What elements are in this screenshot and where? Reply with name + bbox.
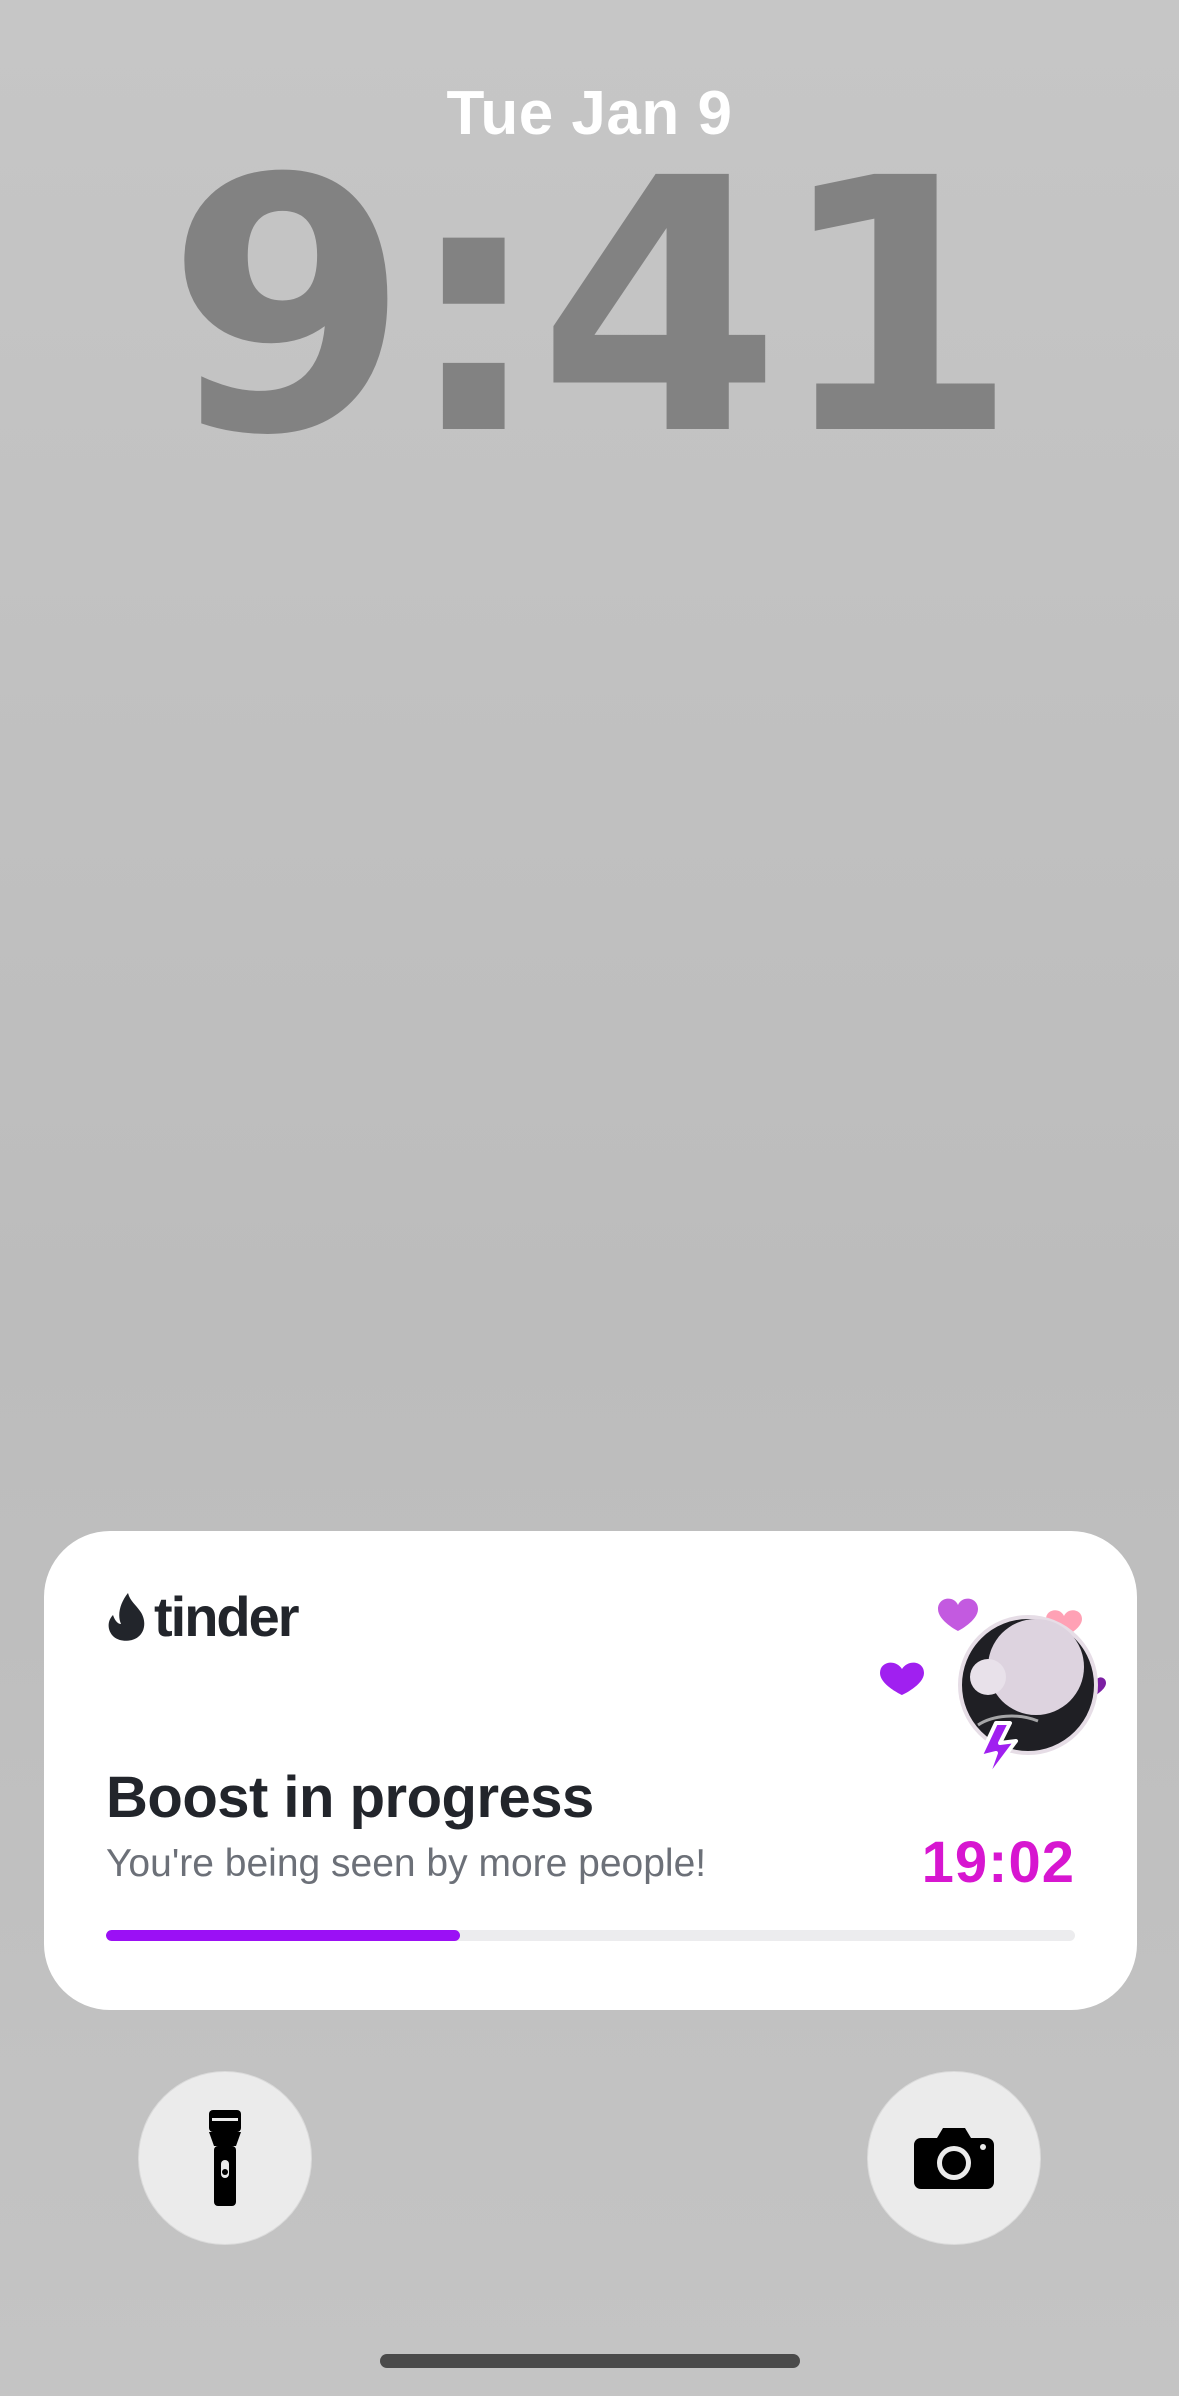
heart-icon (938, 1598, 978, 1631)
boost-progress-fill (106, 1930, 460, 1941)
brand-name: tinder (154, 1585, 300, 1648)
flashlight-button[interactable] (139, 2072, 311, 2244)
lock-time: 9:41 (166, 104, 1019, 512)
flame-icon (108, 1593, 145, 1641)
heart-icon (880, 1662, 924, 1695)
tinder-logo: tinder (106, 1585, 300, 1648)
camera-icon (914, 2128, 994, 2189)
boost-progress-bar (106, 1930, 1075, 1941)
boost-live-activity[interactable]: tinder Boost in progress You're being se… (44, 1531, 1137, 2010)
boost-avatar-graphic (880, 1598, 1106, 1783)
boost-subtitle: You're being seen by more people! (106, 1842, 707, 1885)
profile-avatar (958, 1615, 1098, 1755)
home-indicator[interactable] (380, 2354, 800, 2368)
boost-title: Boost in progress (106, 1765, 594, 1830)
boost-timer: 19:02 (921, 1830, 1075, 1895)
flashlight-icon (209, 2110, 241, 2206)
camera-button[interactable] (868, 2072, 1040, 2244)
